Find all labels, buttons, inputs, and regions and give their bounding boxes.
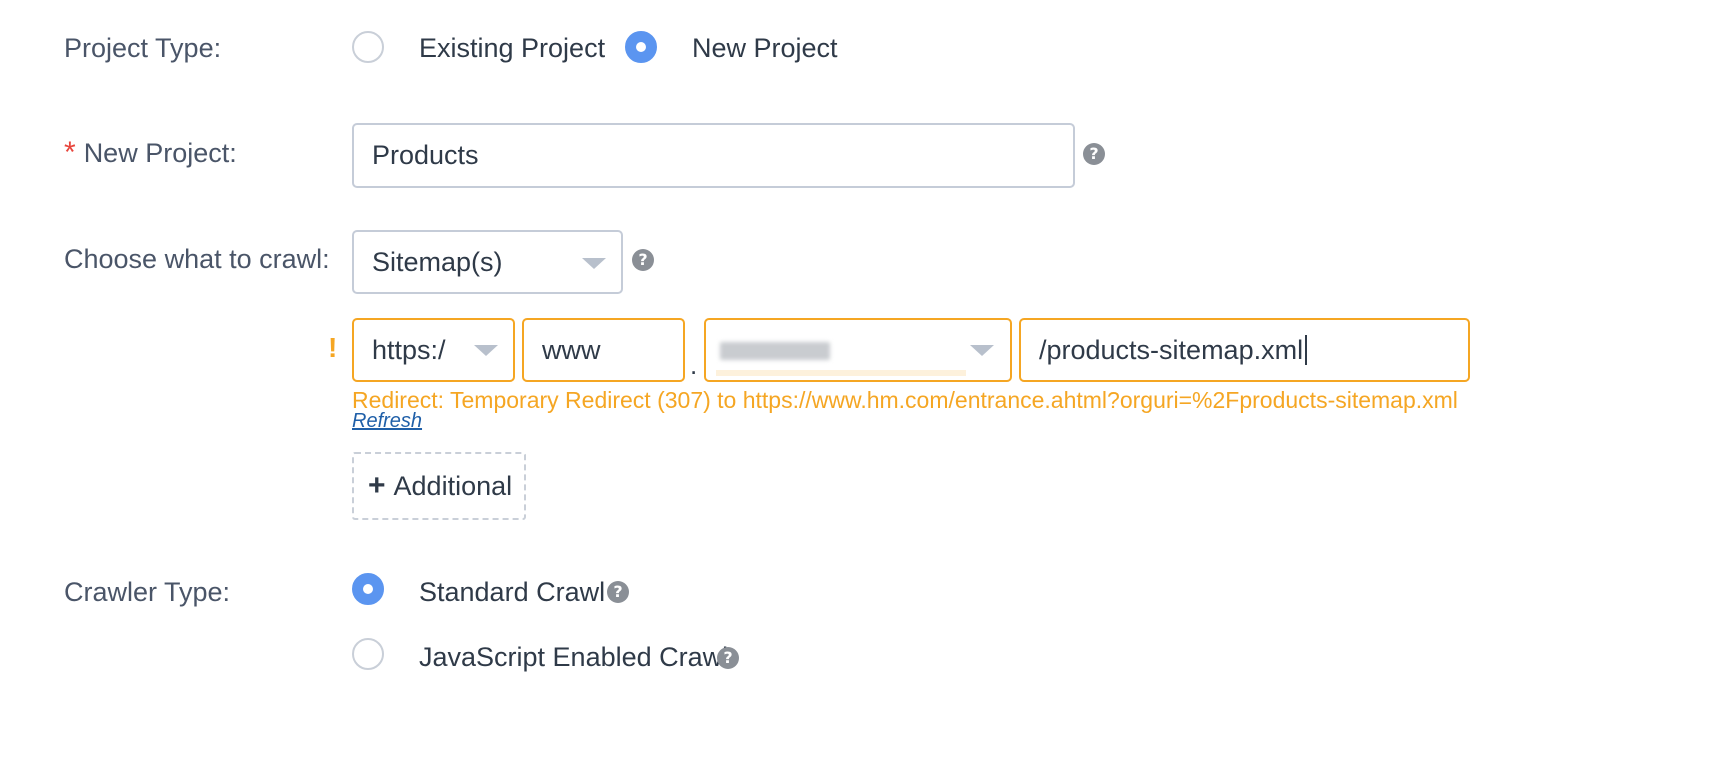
domain-select[interactable] [704, 318, 1012, 382]
crawl-source-label: Choose what to crawl: [64, 244, 330, 274]
javascript-crawl-label[interactable]: JavaScript Enabled Crawl [419, 640, 728, 674]
subdomain-value: www [542, 334, 601, 365]
refresh-link[interactable]: Refresh [352, 410, 422, 433]
chevron-down-icon [474, 345, 498, 356]
new-project-label-text: New Project: [83, 138, 237, 168]
required-mark: * [64, 136, 76, 169]
protocol-value: https:/ [372, 334, 446, 365]
sitemap-path-input[interactable]: /products-sitemap.xml [1019, 318, 1470, 382]
chevron-down-icon [970, 345, 994, 356]
existing-project-radio[interactable] [352, 31, 384, 63]
text-cursor [1305, 335, 1308, 365]
javascript-crawl-radio[interactable] [352, 638, 384, 670]
domain-highlight [716, 370, 966, 376]
javascript-crawl-help-icon[interactable]: ? [717, 647, 739, 669]
project-type-label: Project Type: [64, 33, 222, 63]
new-project-input[interactable]: Products [352, 123, 1075, 188]
sitemap-path-value: /products-sitemap.xml [1039, 334, 1304, 365]
new-project-label[interactable]: New Project [692, 31, 838, 65]
crawler-type-label: Crawler Type: [64, 577, 231, 607]
protocol-select[interactable]: https:/ [352, 318, 515, 382]
existing-project-label[interactable]: Existing Project [419, 31, 605, 65]
standard-crawl-help-icon[interactable]: ? [607, 581, 629, 603]
new-project-help-icon[interactable]: ? [1083, 143, 1105, 165]
crawl-source-selected: Sitemap(s) [372, 246, 503, 277]
subdomain-input[interactable]: www [522, 318, 685, 382]
new-project-field-label: * New Project: [64, 136, 237, 170]
redirect-warning-message: Redirect: Temporary Redirect (307) to ht… [352, 387, 1458, 413]
domain-separator: . [690, 350, 698, 380]
new-project-radio[interactable] [625, 31, 657, 63]
standard-crawl-label[interactable]: Standard Crawl [419, 575, 605, 609]
chevron-down-icon [582, 258, 606, 269]
crawl-source-select[interactable]: Sitemap(s) [352, 230, 623, 294]
crawl-source-help-icon[interactable]: ? [632, 249, 654, 271]
warning-icon: ! [328, 332, 338, 363]
new-project-value: Products [372, 140, 479, 170]
add-additional-button[interactable]: + Additional [352, 452, 526, 520]
redacted-domain [720, 342, 830, 360]
add-additional-label: Additional [393, 470, 513, 501]
plus-icon: + [368, 469, 386, 502]
standard-crawl-radio[interactable] [352, 573, 384, 605]
